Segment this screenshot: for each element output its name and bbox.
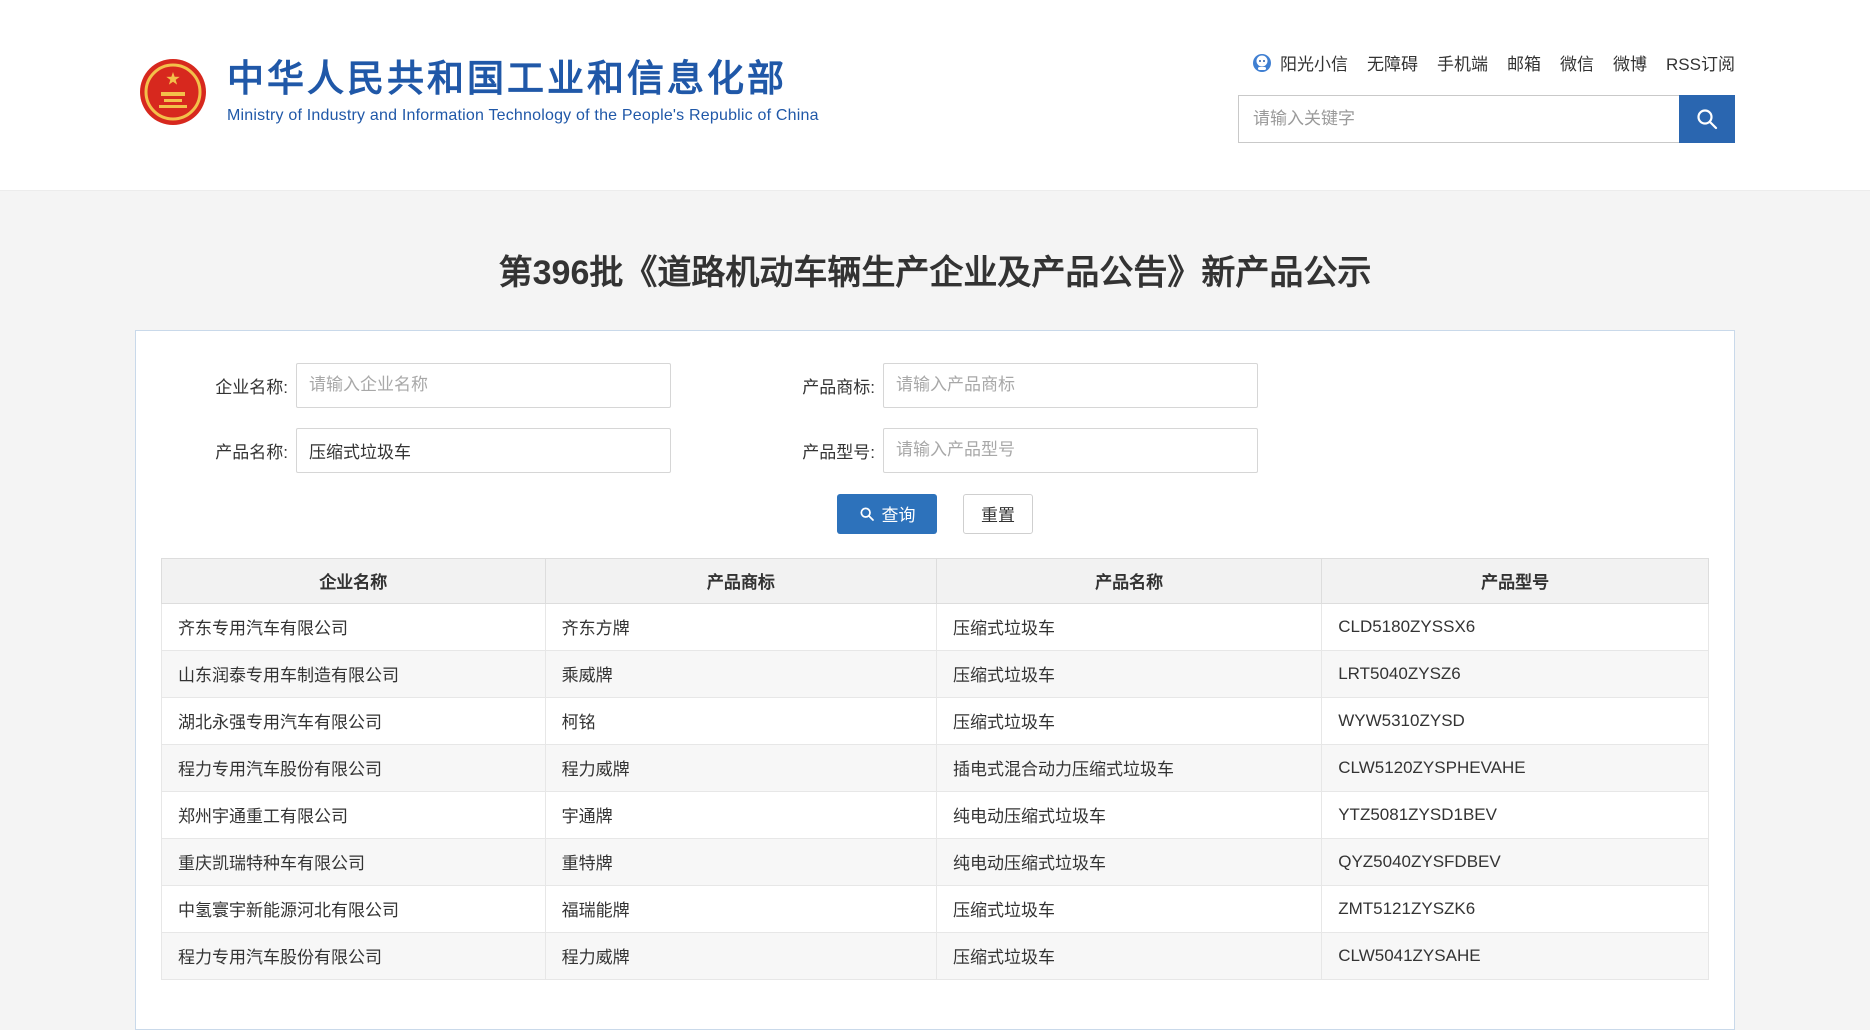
cell-product: 压缩式垃圾车: [937, 697, 1322, 744]
cell-company: 中氢寰宇新能源河北有限公司: [162, 885, 546, 932]
cell-product: 压缩式垃圾车: [937, 603, 1322, 650]
table-row: 湖北永强专用汽车有限公司 柯铭 压缩式垃圾车 WYW5310ZYSD: [162, 697, 1709, 744]
cell-product: 纯电动压缩式垃圾车: [937, 791, 1322, 838]
cell-brand: 宇通牌: [545, 791, 936, 838]
cell-model: WYW5310ZYSD: [1322, 697, 1709, 744]
cell-company: 程力专用汽车股份有限公司: [162, 932, 546, 979]
product-model-input[interactable]: [883, 428, 1258, 473]
cell-brand: 乘威牌: [545, 650, 936, 697]
column-header-product: 产品名称: [937, 558, 1322, 603]
cell-company: 山东润泰专用车制造有限公司: [162, 650, 546, 697]
cell-product: 纯电动压缩式垃圾车: [937, 838, 1322, 885]
cell-model: YTZ5081ZYSD1BEV: [1322, 791, 1709, 838]
cell-model: CLD5180ZYSSX6: [1322, 603, 1709, 650]
cell-product: 插电式混合动力压缩式垃圾车: [937, 744, 1322, 791]
product-name-label: 产品名称:: [136, 438, 296, 463]
cell-model: QYZ5040ZYSFDBEV: [1322, 838, 1709, 885]
table-row: 山东润泰专用车制造有限公司 乘威牌 压缩式垃圾车 LRT5040ZYSZ6: [162, 650, 1709, 697]
cell-model: CLW5120ZYSPHEVAHE: [1322, 744, 1709, 791]
product-name-input[interactable]: [296, 428, 671, 473]
table-row: 程力专用汽车股份有限公司 程力威牌 插电式混合动力压缩式垃圾车 CLW5120Z…: [162, 744, 1709, 791]
reset-button[interactable]: 重置: [963, 494, 1033, 534]
site-search-input[interactable]: [1238, 95, 1679, 143]
header-right: 阳光小信 无障碍 手机端 邮箱 微信 微博 RSS订阅: [1238, 50, 1735, 143]
product-brand-input[interactable]: [883, 363, 1258, 408]
cell-model: LRT5040ZYSZ6: [1322, 650, 1709, 697]
brand: 中华人民共和国工业和信息化部 Ministry of Industry and …: [139, 58, 819, 126]
cell-company: 湖北永强专用汽车有限公司: [162, 697, 546, 744]
cell-brand: 柯铭: [545, 697, 936, 744]
nav-item-weibo[interactable]: 微博: [1613, 50, 1647, 75]
company-name-label: 企业名称:: [136, 373, 296, 398]
table-row: 中氢寰宇新能源河北有限公司 福瑞能牌 压缩式垃圾车 ZMT5121ZYSZK6: [162, 885, 1709, 932]
field-product-name: 产品名称:: [136, 428, 671, 473]
nav-item-mobile[interactable]: 手机端: [1437, 50, 1488, 75]
form-row-1: 企业名称: 产品商标:: [136, 363, 1734, 408]
field-company-name: 企业名称:: [136, 363, 671, 408]
mascot-icon[interactable]: [1251, 52, 1273, 74]
form-row-2: 产品名称: 产品型号:: [136, 428, 1734, 473]
cell-company: 郑州宇通重工有限公司: [162, 791, 546, 838]
cell-brand: 齐东方牌: [545, 603, 936, 650]
table-header-row: 企业名称 产品商标 产品名称 产品型号: [162, 558, 1709, 603]
field-product-brand: 产品商标:: [723, 363, 1258, 408]
site-search-button[interactable]: [1679, 95, 1735, 143]
cell-company: 齐东专用汽车有限公司: [162, 603, 546, 650]
table-row: 程力专用汽车股份有限公司 程力威牌 压缩式垃圾车 CLW5041ZYSAHE: [162, 932, 1709, 979]
cell-product: 压缩式垃圾车: [937, 885, 1322, 932]
cell-company: 重庆凯瑞特种车有限公司: [162, 838, 546, 885]
product-model-label: 产品型号:: [723, 438, 883, 463]
cell-brand: 程力威牌: [545, 744, 936, 791]
page-title: 第396批《道路机动车辆生产企业及产品公告》新产品公示: [0, 253, 1870, 294]
query-panel: 企业名称: 产品商标: 产品名称: 产品型号:: [135, 330, 1735, 1030]
top-nav: 阳光小信 无障碍 手机端 邮箱 微信 微博 RSS订阅: [1238, 50, 1735, 75]
query-form: 企业名称: 产品商标: 产品名称: 产品型号:: [136, 331, 1734, 534]
results-table: 企业名称 产品商标 产品名称 产品型号 齐东专用汽车有限公司 齐东方牌 压缩式垃…: [161, 558, 1709, 980]
query-search-icon: [859, 506, 875, 522]
cell-brand: 重特牌: [545, 838, 936, 885]
column-header-company: 企业名称: [162, 558, 546, 603]
search-icon: [1695, 107, 1719, 131]
cell-company: 程力专用汽车股份有限公司: [162, 744, 546, 791]
cell-brand: 福瑞能牌: [545, 885, 936, 932]
form-buttons: 查询 重置: [136, 494, 1734, 534]
nav-item-wechat[interactable]: 微信: [1560, 50, 1594, 75]
cell-model: ZMT5121ZYSZK6: [1322, 885, 1709, 932]
cell-product: 压缩式垃圾车: [937, 932, 1322, 979]
site-subtitle: Ministry of Industry and Information Tec…: [227, 107, 819, 125]
nav-item-sunshine[interactable]: 阳光小信: [1280, 50, 1348, 75]
national-emblem-logo: [139, 58, 207, 126]
query-button[interactable]: 查询: [837, 494, 937, 534]
field-product-model: 产品型号:: [723, 428, 1258, 473]
table-row: 齐东专用汽车有限公司 齐东方牌 压缩式垃圾车 CLD5180ZYSSX6: [162, 603, 1709, 650]
column-header-brand: 产品商标: [545, 558, 936, 603]
query-button-label: 查询: [882, 501, 916, 526]
table-row: 郑州宇通重工有限公司 宇通牌 纯电动压缩式垃圾车 YTZ5081ZYSD1BEV: [162, 791, 1709, 838]
product-brand-label: 产品商标:: [723, 373, 883, 398]
site-header: 中华人民共和国工业和信息化部 Ministry of Industry and …: [0, 0, 1870, 191]
nav-item-rss[interactable]: RSS订阅: [1666, 50, 1735, 75]
main-content: 第396批《道路机动车辆生产企业及产品公告》新产品公示 企业名称: 产品商标: …: [0, 253, 1870, 1030]
company-name-input[interactable]: [296, 363, 671, 408]
nav-item-accessibility[interactable]: 无障碍: [1367, 50, 1418, 75]
table-row: 重庆凯瑞特种车有限公司 重特牌 纯电动压缩式垃圾车 QYZ5040ZYSFDBE…: [162, 838, 1709, 885]
brand-text: 中华人民共和国工业和信息化部 Ministry of Industry and …: [227, 59, 819, 125]
site-search: [1238, 95, 1735, 143]
column-header-model: 产品型号: [1322, 558, 1709, 603]
cell-model: CLW5041ZYSAHE: [1322, 932, 1709, 979]
site-title: 中华人民共和国工业和信息化部: [227, 59, 819, 100]
cell-brand: 程力威牌: [545, 932, 936, 979]
cell-product: 压缩式垃圾车: [937, 650, 1322, 697]
nav-item-mail[interactable]: 邮箱: [1507, 50, 1541, 75]
